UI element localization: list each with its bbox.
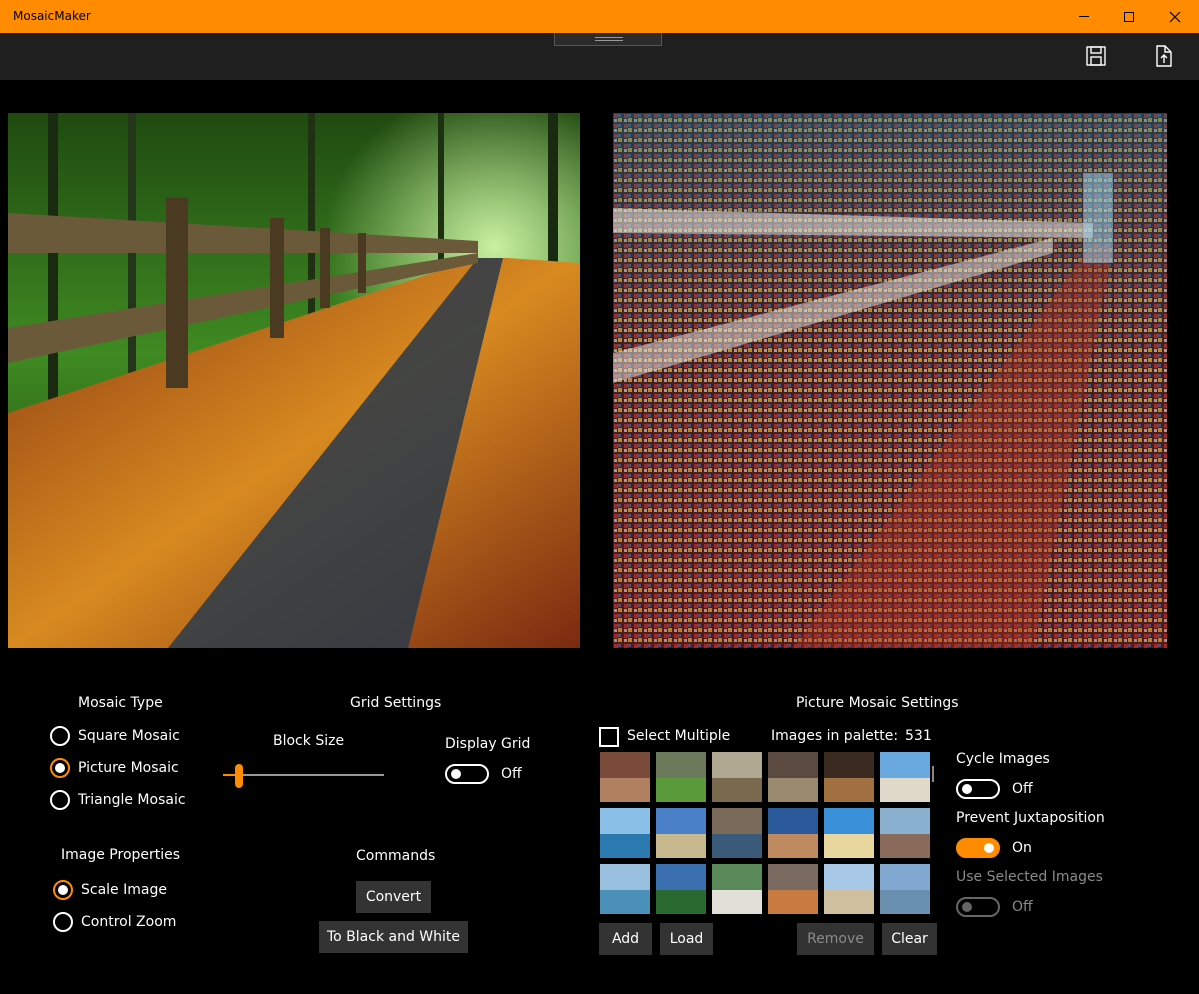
palette-thumbnail[interactable]: [824, 864, 874, 914]
block-size-track[interactable]: [223, 774, 384, 776]
minimize-button[interactable]: [1061, 0, 1107, 33]
triangle-mosaic-radio[interactable]: [50, 790, 70, 810]
remove-button[interactable]: Remove: [797, 923, 874, 955]
grid-settings-heading: Grid Settings: [350, 695, 442, 711]
palette-thumbnail[interactable]: [880, 864, 930, 914]
select-multiple-label[interactable]: Select Multiple: [627, 728, 730, 744]
palette-thumbnail[interactable]: [712, 808, 762, 858]
display-grid-label: Display Grid: [445, 736, 531, 752]
block-size-thumb[interactable]: [235, 764, 243, 788]
picture-mosaic-label[interactable]: Picture Mosaic: [78, 760, 179, 776]
close-button[interactable]: [1152, 0, 1198, 33]
palette-thumbnail[interactable]: [656, 752, 706, 802]
command-bar-grip[interactable]: [554, 33, 662, 46]
picture-mosaic-radio[interactable]: [50, 758, 70, 778]
images-in-palette-label: Images in palette:: [771, 728, 899, 744]
mosaic-image: [613, 113, 1167, 648]
triangle-mosaic-label[interactable]: Triangle Mosaic: [78, 792, 186, 808]
mosaic-type-heading: Mosaic Type: [78, 695, 163, 711]
maximize-icon: [1124, 11, 1134, 22]
palette-thumbnail[interactable]: [768, 808, 818, 858]
cycle-images-label: Cycle Images: [956, 751, 1050, 767]
image-properties-heading: Image Properties: [61, 847, 181, 863]
palette-thumbnail[interactable]: [656, 864, 706, 914]
palette-scrollbar[interactable]: [932, 766, 934, 782]
palette-thumbnail[interactable]: [880, 808, 930, 858]
maximize-button[interactable]: [1106, 0, 1152, 33]
minimize-icon: [1079, 16, 1089, 17]
palette-thumbnail[interactable]: [712, 752, 762, 802]
palette-thumbnail[interactable]: [656, 808, 706, 858]
block-size-label: Block Size: [273, 733, 345, 749]
use-selected-images-label: Use Selected Images: [956, 869, 1103, 885]
load-button[interactable]: Load: [660, 923, 713, 955]
cycle-images-state: Off: [1012, 781, 1033, 797]
source-image: [8, 113, 580, 648]
display-grid-toggle[interactable]: [445, 764, 489, 784]
prevent-juxtaposition-label: Prevent Juxtaposition: [956, 810, 1105, 826]
cycle-images-toggle[interactable]: [956, 779, 1000, 799]
images-in-palette-count: 531: [905, 728, 932, 744]
clear-button[interactable]: Clear: [882, 923, 937, 955]
convert-button[interactable]: Convert: [356, 881, 431, 913]
palette-thumbnail[interactable]: [600, 808, 650, 858]
palette-thumbnail[interactable]: [712, 864, 762, 914]
palette-thumbnail[interactable]: [824, 752, 874, 802]
picture-mosaic-heading: Picture Mosaic Settings: [796, 695, 959, 711]
commands-heading: Commands: [356, 848, 436, 864]
palette-thumbnail[interactable]: [768, 864, 818, 914]
scale-image-radio[interactable]: [53, 880, 73, 900]
scale-image-label[interactable]: Scale Image: [81, 882, 167, 898]
palette-thumbnail[interactable]: [600, 864, 650, 914]
square-mosaic-radio[interactable]: [50, 726, 70, 746]
select-multiple-checkbox[interactable]: [599, 727, 619, 747]
prevent-juxtaposition-state: On: [1012, 840, 1032, 856]
palette-thumbnail[interactable]: [880, 752, 930, 802]
use-selected-images-state: Off: [1012, 899, 1033, 915]
palette-thumbnail[interactable]: [824, 808, 874, 858]
share-icon[interactable]: [1152, 44, 1176, 68]
prevent-juxtaposition-toggle[interactable]: [956, 838, 1000, 858]
control-zoom-label[interactable]: Control Zoom: [81, 914, 176, 930]
square-mosaic-label[interactable]: Square Mosaic: [78, 728, 180, 744]
use-selected-images-toggle[interactable]: [956, 897, 1000, 917]
close-icon: [1169, 11, 1181, 22]
palette-thumbnail[interactable]: [768, 752, 818, 802]
display-grid-state: Off: [501, 766, 522, 782]
window-title: MosaicMaker: [13, 9, 91, 23]
to-black-and-white-button[interactable]: To Black and White: [319, 921, 468, 953]
save-icon[interactable]: [1084, 44, 1108, 68]
control-zoom-radio[interactable]: [53, 912, 73, 932]
palette-thumbnail[interactable]: [600, 752, 650, 802]
title-bar: MosaicMaker: [0, 0, 1199, 33]
add-button[interactable]: Add: [599, 923, 652, 955]
